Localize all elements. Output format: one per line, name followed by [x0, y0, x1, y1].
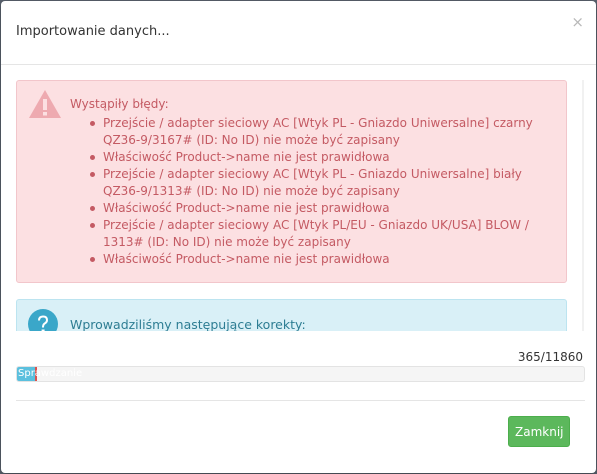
- info-heading: Wprowadziliśmy następujące korekty:: [70, 317, 306, 331]
- error-item: Przejście / adapter sieciowy AC [Wtyk PL…: [90, 217, 560, 251]
- modal-title: Importowanie danych...: [16, 24, 170, 39]
- close-icon[interactable]: ×: [571, 15, 584, 30]
- progress-counter: 365/11860: [517, 350, 583, 364]
- error-item: Właściwość Product->name nie jest prawid…: [90, 200, 560, 217]
- messages-scroll-area[interactable]: Wystąpiły błędy: Przejście / adapter sie…: [16, 80, 584, 331]
- warning-icon: [29, 90, 61, 118]
- error-list: Przejście / adapter sieciowy AC [Wtyk PL…: [90, 115, 560, 268]
- vertical-scrollbar[interactable]: ▲ ▼: [582, 80, 584, 331]
- progress-label: Sprawdzanie: [18, 368, 83, 379]
- error-heading: Wystąpiły błędy:: [70, 97, 169, 111]
- close-button[interactable]: Zamknij: [508, 416, 570, 447]
- question-icon: [28, 309, 58, 331]
- info-alert: Wprowadziliśmy następujące korekty:: [16, 299, 567, 331]
- error-item: Właściwość Product->name nie jest prawid…: [90, 149, 560, 166]
- import-modal: Importowanie danych... × Wystąpiły błędy…: [1, 1, 596, 473]
- error-item: Właściwość Product->name nie jest prawid…: [90, 251, 560, 268]
- error-alert: Wystąpiły błędy: Przejście / adapter sie…: [16, 80, 567, 283]
- error-item: Przejście / adapter sieciowy AC [Wtyk PL…: [90, 115, 560, 149]
- footer-divider: [16, 400, 585, 401]
- modal-header: Importowanie danych... ×: [1, 1, 596, 65]
- import-progress: Sprawdzanie: [16, 366, 585, 382]
- error-item: Przejście / adapter sieciowy AC [Wtyk PL…: [90, 166, 560, 200]
